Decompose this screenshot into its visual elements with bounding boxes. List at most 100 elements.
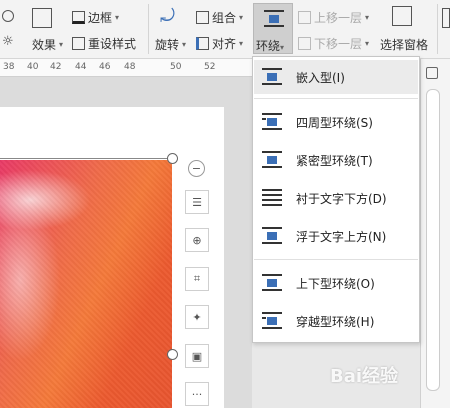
chevron-down-icon: ▾	[115, 13, 120, 22]
group-icon	[196, 11, 209, 24]
in-front-of-text-icon	[262, 227, 282, 245]
collapse-tools-button[interactable]: −	[188, 160, 205, 177]
chevron-down-icon: ▾	[365, 13, 370, 22]
resize-handle-right[interactable]	[167, 349, 178, 360]
menu-item-top-and-bottom[interactable]: 上下型环绕(O)	[254, 266, 418, 300]
inline-wrap-icon	[262, 68, 282, 86]
wrap-text-icon	[264, 10, 284, 28]
horizontal-ruler: 38 40 42 44 46 48 50 52	[0, 59, 252, 77]
border-button[interactable]: 边框 ▾	[72, 9, 119, 26]
menu-item-in-front-of-text[interactable]: 浮于文字上方(N)	[254, 219, 418, 253]
rotate-button[interactable]: 旋转 ▾	[155, 36, 186, 53]
menu-item-label: 浮于文字上方(N)	[296, 230, 387, 244]
effects-label: 效果	[32, 38, 57, 52]
menu-item-label: 嵌入型(I)	[296, 71, 345, 85]
ruler-tick: 48	[124, 62, 136, 72]
resize-handle-top-right[interactable]	[167, 153, 178, 164]
pane-scrollbar[interactable]	[426, 89, 440, 391]
selection-pane-icon-button[interactable]	[392, 6, 412, 26]
zoom-in-icon: ⊕	[192, 233, 202, 247]
ruler-tick: 52	[204, 62, 216, 72]
menu-item-behind-text[interactable]: 衬于文字下方(D)	[254, 181, 418, 215]
menu-item-label: 衬于文字下方(D)	[296, 192, 387, 206]
more-tools-button[interactable]	[442, 8, 450, 28]
top-bottom-wrap-icon	[262, 274, 282, 292]
layout-options-icon: ☰	[192, 195, 202, 209]
effects-button[interactable]	[32, 8, 52, 28]
lightbulb-icon: ✦	[192, 310, 202, 324]
tight-wrap-icon	[262, 151, 282, 169]
reset-style-button[interactable]: 重设样式	[72, 35, 136, 52]
ruler-tick: 46	[99, 62, 111, 72]
right-side-pane	[420, 59, 450, 408]
replace-image-button[interactable]: ▣	[185, 344, 209, 368]
shape-fill-button[interactable]	[2, 10, 14, 22]
wrap-text-button[interactable]: 环绕▾	[253, 3, 293, 54]
bring-forward-icon	[298, 11, 311, 24]
chevron-down-icon: ▾	[280, 43, 285, 52]
rotate-label: 旋转	[155, 38, 180, 52]
sun-icon: ☼	[2, 34, 14, 49]
menu-divider	[254, 259, 418, 260]
crop-image-button[interactable]: ⌗	[185, 267, 209, 291]
ruler-tick: 40	[27, 62, 39, 72]
rotate-icon-button[interactable]: ⤾	[160, 6, 175, 27]
menu-item-tight[interactable]: 紧密型环绕(T)	[254, 143, 418, 177]
shape-fill-icon	[2, 10, 14, 22]
rotate-icon: ⤾	[160, 6, 175, 27]
align-icon	[196, 37, 209, 50]
menu-item-inline[interactable]: 嵌入型(I)	[254, 60, 418, 94]
more-tools-icon	[442, 8, 450, 28]
watermark: Bai经验	[330, 366, 399, 387]
selection-pane-button[interactable]: 选择窗格	[380, 36, 428, 53]
picture-effects-icon	[32, 8, 52, 28]
chevron-down-icon: ▾	[59, 40, 64, 49]
ruler-tick: 50	[170, 62, 182, 72]
selection-pane-label: 选择窗格	[380, 38, 429, 52]
selected-painting-image[interactable]	[0, 160, 172, 408]
align-button[interactable]: 对齐 ▾	[196, 35, 243, 52]
selection-border	[0, 158, 172, 159]
more-tools-label: ···	[191, 387, 203, 401]
reset-style-icon	[72, 37, 85, 50]
zoom-image-button[interactable]: ⊕	[185, 228, 209, 252]
through-wrap-icon	[262, 312, 282, 330]
behind-text-icon	[262, 189, 282, 207]
layout-options-button[interactable]: ☰	[185, 190, 209, 214]
minus-icon: −	[191, 162, 202, 175]
menu-item-square[interactable]: 四周型环绕(S)	[254, 105, 418, 139]
group-button[interactable]: 组合 ▾	[196, 9, 243, 26]
border-label: 边框	[88, 11, 113, 25]
more-image-tools-button[interactable]: ···	[185, 382, 209, 406]
send-backward-label: 下移一层	[314, 37, 363, 51]
ribbon-divider	[437, 4, 438, 54]
replace-image-icon: ▣	[191, 349, 203, 363]
ribbon-divider	[148, 4, 149, 54]
menu-item-label: 穿越型环绕(H)	[296, 315, 375, 329]
group-label: 组合	[212, 11, 237, 25]
selection-pane-icon	[392, 6, 412, 26]
send-backward-icon	[298, 37, 311, 50]
pane-toggle-icon[interactable]	[426, 67, 438, 79]
bring-forward-button[interactable]: 上移一层 ▾	[298, 9, 369, 26]
ruler-tick: 38	[3, 62, 15, 72]
shape-outline-button[interactable]: ☼	[2, 34, 14, 49]
menu-item-label: 紧密型环绕(T)	[296, 154, 373, 168]
wrap-text-menu: 嵌入型(I) 四周型环绕(S) 紧密型环绕(T) 衬于文字下方(D) 浮于文字上…	[252, 56, 420, 343]
border-icon	[72, 11, 85, 24]
ribbon-toolbar: ☼ 效果 ▾ 边框 ▾ 重设样式 ⤾ 旋转 ▾ 组合 ▾ 对齐 ▾ 环绕▾ 上移一层 ▾	[0, 0, 450, 59]
image-tips-button[interactable]: ✦	[185, 305, 209, 329]
menu-item-label: 上下型环绕(O)	[296, 277, 375, 291]
ruler-tick: 42	[50, 62, 62, 72]
menu-divider	[254, 98, 418, 99]
send-backward-button[interactable]: 下移一层 ▾	[298, 35, 369, 52]
menu-item-label: 四周型环绕(S)	[296, 116, 373, 130]
square-wrap-icon	[262, 113, 282, 131]
chevron-down-icon: ▾	[239, 39, 244, 48]
chevron-down-icon: ▾	[365, 39, 370, 48]
wrap-label-row: 环绕▾	[256, 37, 284, 54]
effects-label-button[interactable]: 效果 ▾	[32, 36, 63, 53]
wrap-label: 环绕	[256, 39, 281, 53]
align-label: 对齐	[212, 37, 237, 51]
menu-item-through[interactable]: 穿越型环绕(H)	[254, 304, 418, 338]
